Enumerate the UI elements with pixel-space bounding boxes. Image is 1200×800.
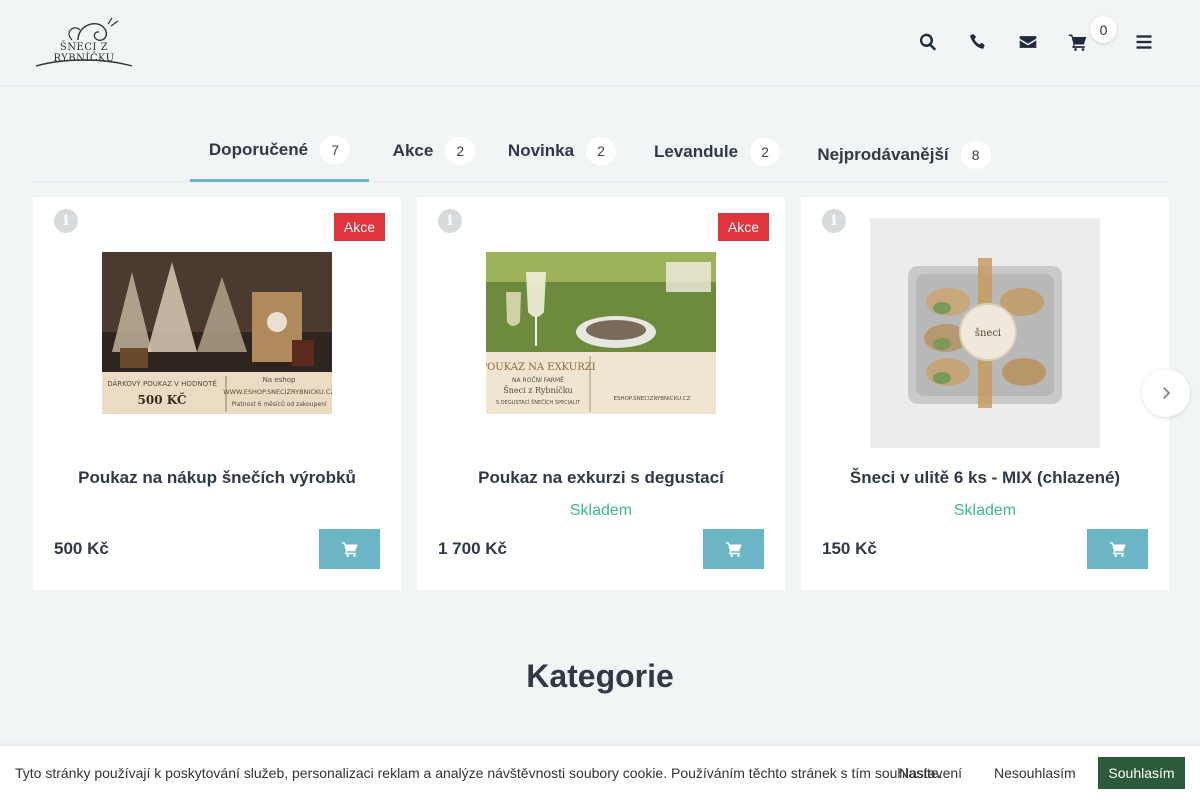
- cookie-consent-bar: Tyto stránky používají k poskytování slu…: [0, 746, 1200, 800]
- excursion-voucher-illustration: POUKAZ NA EXKURZI NA ROČNÍ FARMĚ Šneci z…: [486, 252, 716, 414]
- excursion-title-text: POUKAZ NA EXKURZI: [486, 362, 596, 373]
- add-to-cart-button[interactable]: [319, 529, 380, 569]
- envelope-icon[interactable]: [1016, 30, 1040, 54]
- product-image-excursion-voucher[interactable]: POUKAZ NA EXKURZI NA ROČNÍ FARMĚ Šneci z…: [486, 252, 716, 414]
- product-price: 1 700 Kč: [438, 539, 507, 558]
- logo-text: ŠNECI Z RYBNÍČKU: [53, 42, 115, 64]
- tab-count: 2: [445, 137, 476, 165]
- cart-icon: [1109, 542, 1125, 557]
- info-icon[interactable]: i: [822, 209, 846, 233]
- promo-badge: Akce: [333, 213, 385, 241]
- excursion-url-text: ESHOP.SNECIZRYBNICKU.CZ: [614, 396, 691, 402]
- tab-label: Doporučené: [208, 139, 309, 159]
- cart-icon[interactable]: [1066, 30, 1090, 54]
- product-name[interactable]: Poukaz na nákup šnečích výrobků: [33, 468, 401, 488]
- product-price: 500 Kč: [54, 539, 109, 558]
- tray-label-text: šneci: [975, 328, 1001, 339]
- product-image-gift-voucher[interactable]: DÁRKOVÝ POUKAZ V HODNOTĚ 500 KČ Na eshop…: [102, 252, 332, 414]
- voucher-value-text: 500 KČ: [138, 391, 187, 407]
- product-image-snails-mix[interactable]: šneci: [870, 218, 1100, 448]
- cookie-message: Tyto stránky používají k poskytování slu…: [15, 765, 943, 781]
- info-icon[interactable]: i: [438, 209, 462, 233]
- product-name[interactable]: Poukaz na exkurzi s degustací: [417, 468, 785, 488]
- product-card[interactable]: i Akce POUKAZ NA EXKURZI NA ROČNÍ FARMĚ …: [417, 197, 785, 590]
- cookie-settings-link[interactable]: Nastavení: [899, 765, 962, 781]
- tab-count: 7: [320, 135, 351, 164]
- site-header: ŠNECI Z RYBNÍČKU 0: [0, 0, 1200, 86]
- tab-doporucene[interactable]: Doporučené 7: [190, 120, 369, 182]
- tab-novinka[interactable]: Novinka 2: [506, 120, 618, 182]
- excursion-brand-text: Šneci z Rybníčku: [503, 386, 572, 395]
- tab-label: Akce: [392, 141, 434, 160]
- add-to-cart-button[interactable]: [703, 529, 764, 569]
- carousel-next-button[interactable]: [1142, 369, 1190, 417]
- excursion-text-line: S DEGUSTACÍ ŠNEČÍCH SPECIALIT: [496, 399, 581, 406]
- categories-heading: Kategorie: [526, 658, 674, 694]
- tab-label: Levandule: [653, 142, 739, 161]
- tab-count: 2: [750, 138, 781, 166]
- chevron-right-icon: [1163, 387, 1171, 399]
- voucher-validity-text: Platnost 6 měsíců od zakoupení: [231, 401, 326, 408]
- search-icon[interactable]: [916, 30, 940, 54]
- product-card[interactable]: i Akce DÁRKOVÝ POUKAZ V HODNOTĚ 500 KČ N…: [33, 197, 401, 590]
- snails-tray-photo: šneci: [870, 218, 1100, 448]
- tab-label: Novinka: [507, 141, 575, 160]
- tab-nejprodavanejsi[interactable]: Nejprodávanější 8: [816, 120, 992, 182]
- cookie-accept-button[interactable]: Souhlasím: [1098, 757, 1185, 789]
- hamburger-menu-icon[interactable]: [1132, 30, 1156, 54]
- tab-count: 2: [586, 137, 617, 165]
- stock-status: Skladem: [569, 502, 633, 519]
- site-logo[interactable]: ŠNECI Z RYBNÍČKU: [34, 16, 134, 70]
- product-card[interactable]: i šneci Šneci v ulitě 6 ks - MIX (chlaze…: [801, 197, 1169, 590]
- product-price: 150 Kč: [822, 539, 877, 558]
- voucher-url-text: WWW.ESHOP.SNECIZRYBNICKU.CZ: [223, 388, 332, 396]
- cookie-decline-link[interactable]: Nesouhlasím: [994, 765, 1076, 781]
- gift-voucher-illustration: DÁRKOVÝ POUKAZ V HODNOTĚ 500 KČ Na eshop…: [102, 252, 332, 414]
- info-icon[interactable]: i: [54, 209, 78, 233]
- promo-badge: Akce: [717, 213, 769, 241]
- cart-count-badge: 0: [1090, 16, 1117, 43]
- tab-levandule[interactable]: Levandule 2: [652, 120, 782, 182]
- tab-akce[interactable]: Akce 2: [384, 120, 484, 182]
- excursion-text-line: NA ROČNÍ FARMĚ: [512, 376, 564, 384]
- stock-status: Skladem: [953, 502, 1017, 519]
- cart-icon: [725, 542, 741, 557]
- cart-icon: [341, 542, 357, 557]
- tab-count: 8: [960, 141, 991, 169]
- voucher-text-line: DÁRKOVÝ POUKAZ V HODNOTĚ: [107, 379, 217, 388]
- phone-icon[interactable]: [966, 30, 990, 54]
- tab-label: Nejprodávanější: [817, 145, 949, 164]
- product-tabs: Doporučené 7 Akce 2 Novinka 2 Levandule …: [32, 120, 1168, 182]
- product-name[interactable]: Šneci v ulitě 6 ks - MIX (chlazené): [801, 468, 1169, 488]
- add-to-cart-button[interactable]: [1087, 529, 1148, 569]
- voucher-text-line: Na eshop: [263, 376, 296, 384]
